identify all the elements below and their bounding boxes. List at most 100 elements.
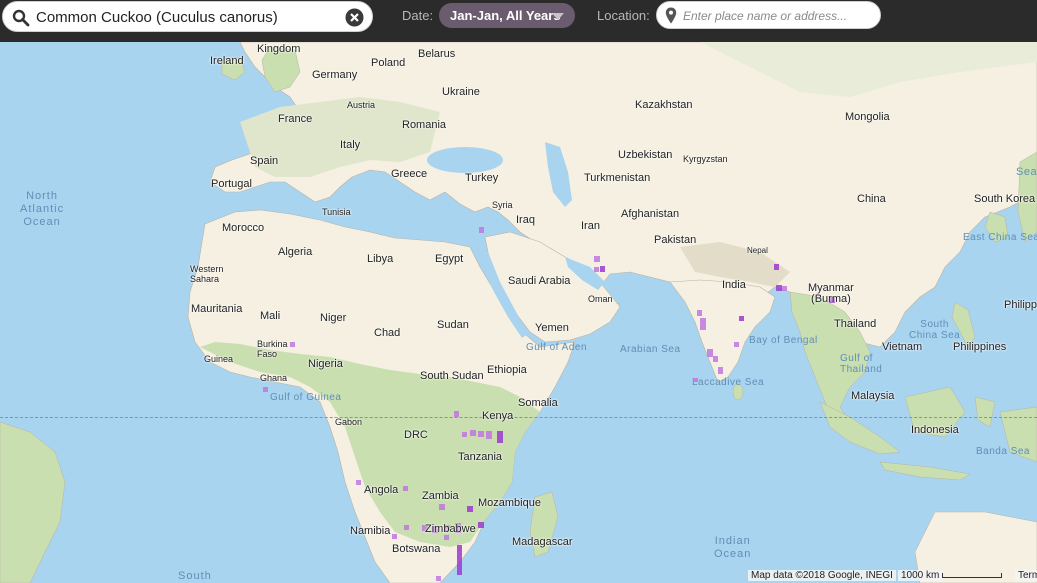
observation-cell[interactable] <box>290 342 295 347</box>
label-germany: Germany <box>312 69 358 81</box>
observation-cell[interactable] <box>454 411 459 417</box>
observation-cell[interactable] <box>356 480 361 485</box>
equator-line <box>0 417 1037 418</box>
label-kingdom: Kingdom <box>257 43 301 55</box>
label-ireland: Ireland <box>210 55 244 67</box>
label-zimbabwe: Zimbabwe <box>425 523 476 535</box>
observation-cell[interactable] <box>478 431 484 437</box>
label-turkey: Turkey <box>465 172 499 184</box>
label-drc: DRC <box>404 429 428 441</box>
clear-icon[interactable] <box>345 8 364 27</box>
label-nepal: Nepal <box>747 246 768 255</box>
observation-cell[interactable] <box>457 545 462 575</box>
label-south-sudan: South Sudan <box>420 370 484 382</box>
label-ghana: Ghana <box>260 373 288 383</box>
label-north-atlantic-ocean: North Atlantic Ocean <box>20 190 65 228</box>
observation-cell[interactable] <box>462 432 467 437</box>
map-terms-link[interactable]: Terms <box>1015 570 1037 581</box>
label-burkina-faso: Burkina Faso <box>257 339 288 359</box>
java <box>879 461 971 481</box>
label-france: France <box>278 113 313 125</box>
label-niger: Niger <box>320 312 347 324</box>
observation-cell[interactable] <box>734 342 739 347</box>
label-turkmenistan: Turkmenistan <box>584 172 651 184</box>
label-myanmar: Myanmar (Burma) <box>808 282 854 305</box>
label-gulf-of-aden: Gulf of Aden <box>526 342 588 353</box>
observation-cell[interactable] <box>439 504 445 510</box>
sulawesi <box>974 396 996 428</box>
label-austria: Austria <box>347 100 376 110</box>
observation-cell[interactable] <box>739 316 744 321</box>
label-zambia: Zambia <box>422 490 459 502</box>
label-india: India <box>722 279 746 291</box>
label-namibia: Namibia <box>350 525 391 537</box>
label-syria: Syria <box>492 200 513 210</box>
label-oman: Oman <box>588 294 613 304</box>
label-tanzania: Tanzania <box>458 451 503 463</box>
observation-cell[interactable] <box>467 506 473 512</box>
date-label: Date: <box>402 8 434 23</box>
label-greece: Greece <box>391 168 428 180</box>
map-scale-label[interactable]: 1000 km <box>898 570 943 581</box>
label-gulf-of-guinea: Gulf of Guinea <box>270 392 342 403</box>
label-pakistan: Pakistan <box>654 234 697 246</box>
observation-cell[interactable] <box>697 310 702 316</box>
label-south-edge: South <box>178 570 212 582</box>
observation-cell[interactable] <box>486 431 492 439</box>
label-banda-sea: Banda Sea <box>976 446 1030 457</box>
observation-cell[interactable] <box>470 430 476 436</box>
observation-cell[interactable] <box>713 356 718 362</box>
label-spain: Spain <box>250 155 279 167</box>
label-bay-of-bengal: Bay of Bengal <box>749 335 818 346</box>
map-attribution[interactable]: Map data ©2018 Google, INEGI <box>748 570 896 581</box>
label-mongolia: Mongolia <box>845 111 890 123</box>
observation-cell[interactable] <box>594 256 600 262</box>
black-sea <box>427 147 503 173</box>
date-range-select[interactable]: Jan-Jan, All Years <box>439 3 575 28</box>
observation-cell[interactable] <box>782 286 787 291</box>
label-kazakhstan: Kazakhstan <box>635 99 693 111</box>
sumatra <box>819 401 901 455</box>
date-range-value: Jan-Jan, All Years <box>450 8 561 23</box>
observation-cell[interactable] <box>478 522 484 528</box>
location-label: Location: <box>597 8 650 23</box>
label-morocco: Morocco <box>222 222 265 234</box>
observation-cell[interactable] <box>700 318 706 330</box>
observation-cell[interactable] <box>263 387 268 392</box>
label-thailand: Thailand <box>834 318 877 330</box>
map-canvas[interactable]: Kingdom Ireland Poland Belarus Germany U… <box>0 42 1037 583</box>
label-western-sahara: Western Sahara <box>190 264 224 284</box>
observation-cell[interactable] <box>444 535 449 540</box>
label-yemen: Yemen <box>535 322 569 334</box>
label-kyrgyzstan: Kyrgyzstan <box>683 154 728 164</box>
label-east-china-sea: East China Sea <box>963 232 1037 243</box>
label-algeria: Algeria <box>278 246 313 258</box>
label-italy: Italy <box>340 139 361 151</box>
label-arabian-sea: Arabian Sea <box>620 344 681 355</box>
label-gulf-of-thailand: Gulf of Thailand <box>840 353 883 375</box>
observation-cell[interactable] <box>392 534 397 539</box>
label-china: China <box>857 193 886 205</box>
observation-cell[interactable] <box>403 486 408 491</box>
location-search-box[interactable] <box>656 1 881 29</box>
label-portugal: Portugal <box>211 178 252 190</box>
location-input[interactable] <box>683 6 873 25</box>
observation-cell[interactable] <box>718 367 723 374</box>
observation-cell[interactable] <box>497 431 503 443</box>
observation-cell[interactable] <box>774 264 779 270</box>
label-nigeria: Nigeria <box>308 358 343 370</box>
species-search-value[interactable]: Common Cuckoo (Cuculus canorus) <box>36 9 278 26</box>
label-south-china-sea: South China Sea <box>909 319 961 341</box>
species-search-box[interactable]: Common Cuckoo (Cuculus canorus) <box>2 1 373 32</box>
label-angola: Angola <box>364 484 399 496</box>
label-mali: Mali <box>260 310 281 322</box>
observation-cell[interactable] <box>436 576 441 581</box>
label-ethiopia: Ethiopia <box>487 364 527 376</box>
label-malaysia: Malaysia <box>851 390 895 402</box>
label-iraq: Iraq <box>516 214 535 226</box>
observation-cell[interactable] <box>594 267 599 272</box>
label-afghanistan: Afghanistan <box>621 208 680 220</box>
observation-cell[interactable] <box>404 525 409 530</box>
observation-cell[interactable] <box>600 266 605 272</box>
observation-cell[interactable] <box>479 227 484 233</box>
